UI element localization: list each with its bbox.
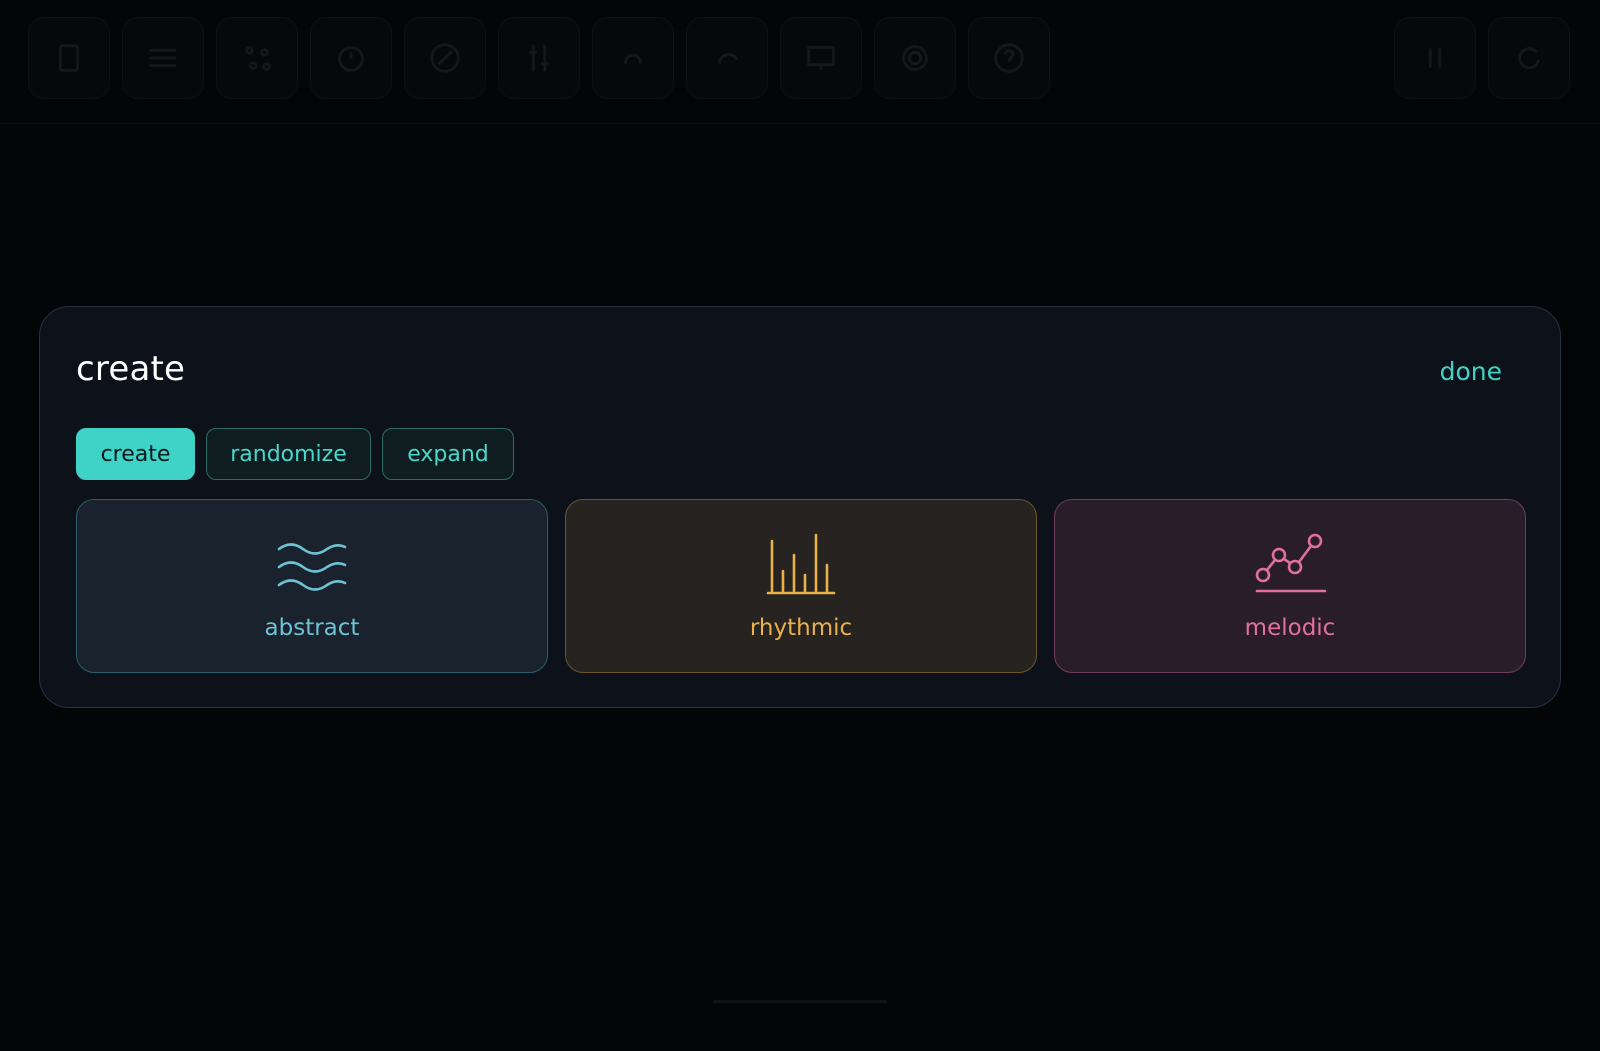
help-icon — [994, 43, 1024, 73]
undo-icon — [623, 53, 643, 64]
pause-button — [1394, 17, 1476, 99]
tab-create[interactable]: create — [76, 428, 195, 480]
compass-icon — [430, 43, 460, 73]
mixer-button — [498, 17, 580, 99]
help-button — [968, 17, 1050, 99]
create-modal: create done create randomize expand abst… — [39, 306, 1561, 708]
timer-button — [310, 17, 392, 99]
tab-expand[interactable]: expand — [382, 428, 514, 480]
style-cards: abstract rhythmic melodic — [76, 499, 1526, 673]
redo-button — [686, 17, 768, 99]
abstract-label: abstract — [264, 615, 360, 641]
app-toolbar — [0, 0, 1600, 124]
rhythmic-label: rhythmic — [749, 615, 853, 641]
document-button — [28, 17, 110, 99]
home-indicator — [713, 1000, 887, 1003]
compass-button — [404, 17, 486, 99]
list-button — [122, 17, 204, 99]
presentation-button — [780, 17, 862, 99]
shuffle-button — [216, 17, 298, 99]
refresh-button — [1488, 17, 1570, 99]
presentation-icon — [807, 46, 835, 71]
rhythmic-card[interactable]: rhythmic — [565, 499, 1037, 673]
bars-icon — [764, 533, 838, 599]
shuffle-icon — [245, 46, 271, 71]
timer-icon — [338, 46, 364, 72]
done-button[interactable]: done — [1440, 357, 1502, 386]
refresh-icon — [1518, 47, 1540, 70]
list-icon — [149, 48, 177, 68]
modal-title: create — [76, 349, 186, 389]
mixer-icon — [529, 44, 549, 72]
melodic-label: melodic — [1244, 615, 1336, 641]
tab-randomize[interactable]: randomize — [206, 428, 371, 480]
abstract-card[interactable]: abstract — [76, 499, 548, 673]
document-icon — [59, 44, 79, 72]
settings-icon — [902, 45, 928, 71]
melodic-card[interactable]: melodic — [1054, 499, 1526, 673]
pause-icon — [1428, 48, 1442, 68]
redo-icon — [717, 53, 738, 64]
waves-icon — [275, 533, 349, 599]
undo-button — [592, 17, 674, 99]
settings-button — [874, 17, 956, 99]
mode-tabs: create randomize expand — [76, 428, 514, 480]
melody-line-icon — [1253, 533, 1327, 599]
